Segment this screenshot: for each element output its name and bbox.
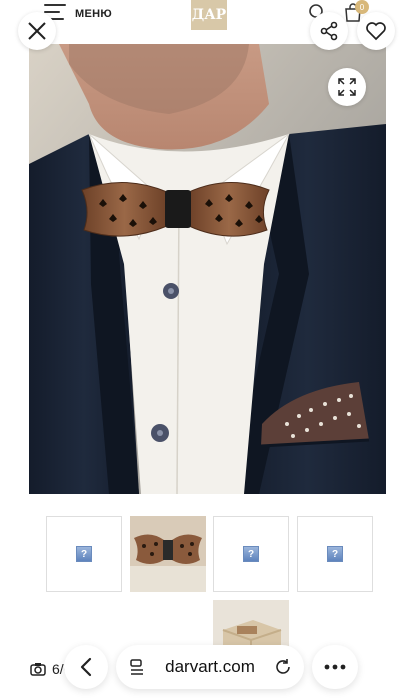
favorite-button[interactable] [357,12,395,50]
broken-image-icon: ? [76,546,92,562]
browser-back-button[interactable] [64,645,108,689]
reload-icon[interactable] [274,658,292,676]
page-menu-icon[interactable] [128,658,146,676]
bow-tie-thumbnail-image [130,516,206,592]
site-header: МЕНЮ ДАР 0 [0,0,415,44]
bow-tie-model-photo [29,44,386,494]
site-logo[interactable]: ДАР [191,0,227,30]
menu-label[interactable]: МЕНЮ [75,8,112,20]
more-dots-icon [324,664,346,670]
browser-more-button[interactable] [312,645,358,689]
broken-image-icon: ? [243,546,259,562]
heart-icon [366,22,386,41]
share-icon [320,21,338,41]
gallery-thumbnail[interactable] [130,516,206,592]
gallery-thumbnail[interactable]: ? [46,516,122,592]
close-icon [28,22,46,40]
expand-icon [338,78,356,96]
broken-image-icon: ? [327,546,343,562]
fullscreen-button[interactable] [328,68,366,106]
url-text[interactable]: darvart.com [146,657,274,677]
address-bar[interactable]: darvart.com [116,645,304,689]
chevron-left-icon [80,657,92,677]
share-button[interactable] [310,12,348,50]
gallery-thumbnail[interactable]: ? [213,516,289,592]
main-product-photo[interactable] [29,44,386,494]
close-gallery-button[interactable] [18,12,56,50]
product-gallery-page: МЕНЮ ДАР 0 ? ? ? 6/6 darvart.com [0,0,415,699]
logo-text: ДАР [191,7,227,23]
gallery-thumbnail[interactable]: ? [297,516,373,592]
camera-icon [30,663,46,676]
cart-count-badge: 0 [355,0,369,14]
